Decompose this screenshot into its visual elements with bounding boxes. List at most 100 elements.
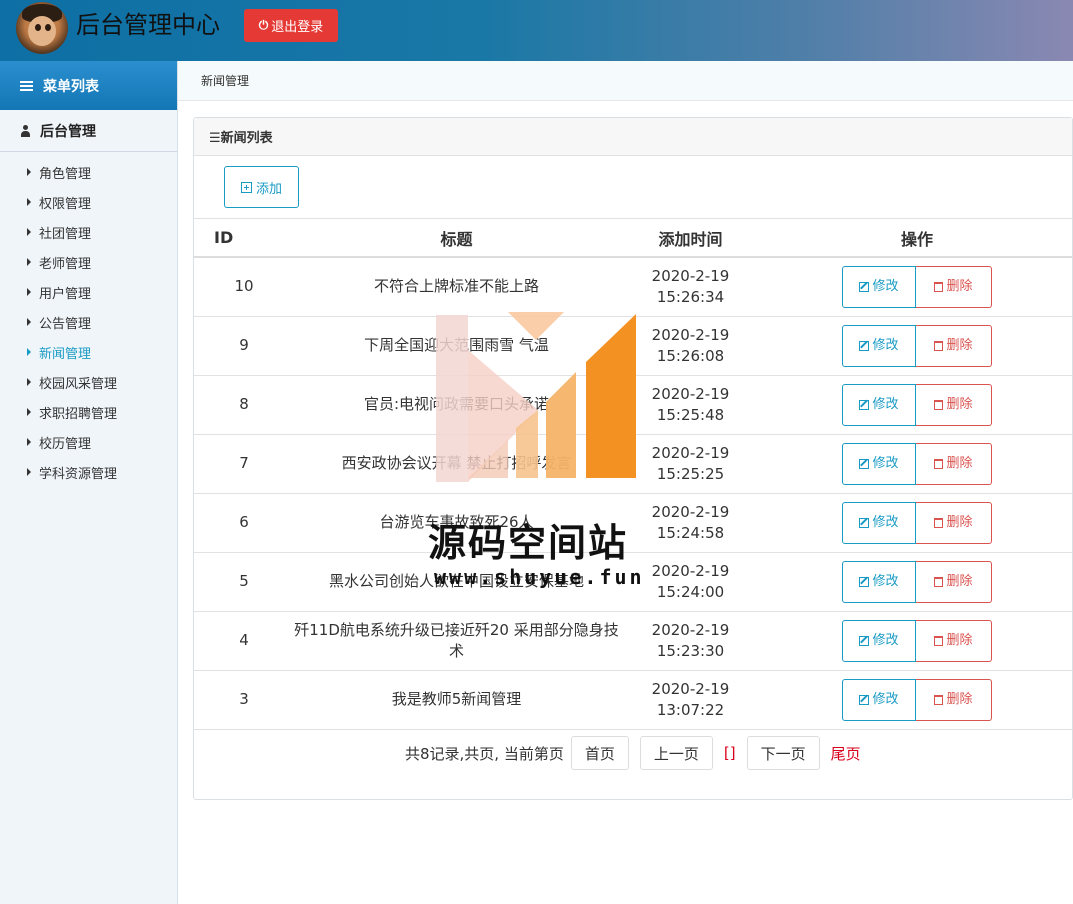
plus-square-icon xyxy=(240,181,252,193)
cell-id: 3 xyxy=(194,670,294,730)
cell-clock: 15:24:00 xyxy=(656,582,725,601)
cell-clock: 15:26:34 xyxy=(656,287,725,306)
user-icon xyxy=(20,124,31,137)
cell-actions: 修改 删除 xyxy=(762,552,1072,612)
caret-right-icon xyxy=(27,288,31,296)
delete-button[interactable]: 删除 xyxy=(916,619,992,662)
cell-date: 2020-2-19 xyxy=(651,443,730,462)
sidebar-item[interactable]: 社团管理 xyxy=(0,217,177,247)
sidebar-item[interactable]: 求职招聘管理 xyxy=(0,397,177,427)
next-page-button[interactable]: 下一页 xyxy=(746,736,820,770)
edit-icon xyxy=(859,635,870,646)
cell-clock: 15:26:08 xyxy=(656,346,725,365)
breadcrumb: 新闻管理 xyxy=(178,61,1073,101)
sidebar-header: 菜单列表 xyxy=(0,61,177,110)
edit-button[interactable]: 修改 xyxy=(842,383,916,426)
edit-label: 修改 xyxy=(872,279,899,295)
last-page-link[interactable]: 尾页 xyxy=(831,743,861,764)
delete-label: 删除 xyxy=(946,633,973,648)
edit-button[interactable]: 修改 xyxy=(842,678,916,721)
toolbar: 添加 xyxy=(194,156,1072,219)
sidebar-item-label: 老师管理 xyxy=(39,256,92,272)
sidebar-item[interactable]: 公告管理 xyxy=(0,307,177,337)
add-button[interactable]: 添加 xyxy=(224,166,299,208)
pagination: 共8记录,共页, 当前第页 首页 上一页 [] 下一页 尾页 xyxy=(194,728,1072,778)
cell-date: 2020-2-19 xyxy=(651,561,730,580)
cell-actions: 修改 删除 xyxy=(762,493,1072,553)
sidebar-item[interactable]: 老师管理 xyxy=(0,247,177,277)
delete-label: 删除 xyxy=(946,692,973,707)
edit-button[interactable]: 修改 xyxy=(842,265,916,308)
caret-right-icon xyxy=(27,168,31,176)
edit-icon xyxy=(859,517,870,528)
edit-icon xyxy=(859,576,870,587)
edit-icon xyxy=(859,694,870,705)
avatar xyxy=(16,2,68,54)
edit-button[interactable]: 修改 xyxy=(842,324,916,367)
delete-label: 删除 xyxy=(946,338,973,353)
caret-right-icon xyxy=(27,258,31,266)
edit-label: 修改 xyxy=(872,692,899,707)
cell-id: 4 xyxy=(194,611,294,671)
table-row: 7 西安政协会议开幕 禁止打招呼发言 2020-2-19 15:25:25 修改 删除 xyxy=(194,434,1072,494)
delete-button[interactable]: 删除 xyxy=(916,383,992,426)
sidebar-item[interactable]: 校历管理 xyxy=(0,427,177,457)
cell-title: 我是教师5新闻管理 xyxy=(294,670,619,730)
cell-id: 8 xyxy=(194,375,294,435)
column-header-actions: 操作 xyxy=(762,219,1072,258)
sidebar-item[interactable]: 学科资源管理 xyxy=(0,457,177,487)
edit-icon xyxy=(859,458,870,469)
pagination-summary: 共8记录,共页, 当前第页 xyxy=(405,744,564,763)
edit-button[interactable]: 修改 xyxy=(842,442,916,485)
edit-icon xyxy=(859,340,870,351)
edit-button[interactable]: 修改 xyxy=(842,501,916,544)
sidebar-item[interactable]: 新闻管理 xyxy=(0,337,177,367)
list-icon xyxy=(20,80,33,91)
cell-actions: 修改 删除 xyxy=(762,611,1072,671)
power-icon: ⏻ xyxy=(258,18,269,32)
cell-date: 2020-2-19 xyxy=(651,620,730,639)
trash-icon xyxy=(934,458,944,469)
delete-label: 删除 xyxy=(946,456,973,471)
cell-title: 歼11D航电系统升级已接近歼20 采用部分隐身技术 xyxy=(294,611,619,671)
trash-icon xyxy=(934,694,944,705)
cell-date: 2020-2-19 xyxy=(651,325,730,344)
prev-page-button[interactable]: 上一页 xyxy=(639,736,713,770)
delete-button[interactable]: 删除 xyxy=(916,678,992,721)
panel-header: ☰新闻列表 xyxy=(194,118,1072,156)
sidebar-group-admin[interactable]: 后台管理 xyxy=(0,110,177,152)
logout-button[interactable]: ⏻ 退出登录 xyxy=(244,9,338,42)
first-page-button[interactable]: 首页 xyxy=(570,736,629,770)
column-header-time: 添加时间 xyxy=(619,219,762,258)
cell-actions: 修改 删除 xyxy=(762,434,1072,494)
trash-icon xyxy=(934,340,944,351)
cell-time: 2020-2-19 15:23:30 xyxy=(619,611,762,671)
delete-button[interactable]: 删除 xyxy=(916,265,992,308)
table-row: 4 歼11D航电系统升级已接近歼20 采用部分隐身技术 2020-2-19 15:23… xyxy=(194,611,1072,671)
delete-button[interactable]: 删除 xyxy=(916,442,992,485)
edit-button[interactable]: 修改 xyxy=(842,619,916,662)
cell-date: 2020-2-19 xyxy=(651,679,730,698)
cell-clock: 15:25:25 xyxy=(656,464,725,483)
sidebar-item-label: 校园风采管理 xyxy=(39,376,118,392)
delete-button[interactable]: 删除 xyxy=(916,501,992,544)
caret-right-icon xyxy=(27,468,31,476)
sidebar-item[interactable]: 角色管理 xyxy=(0,157,177,187)
sidebar-item[interactable]: 用户管理 xyxy=(0,277,177,307)
sidebar-item[interactable]: 权限管理 xyxy=(0,187,177,217)
caret-right-icon xyxy=(27,408,31,416)
cell-date: 2020-2-19 xyxy=(651,502,730,521)
edit-label: 修改 xyxy=(872,456,899,471)
sidebar-item[interactable]: 校园风采管理 xyxy=(0,367,177,397)
caret-right-icon xyxy=(27,438,31,446)
add-label: 添加 xyxy=(255,181,282,197)
edit-icon xyxy=(859,281,870,292)
cell-time: 2020-2-19 15:26:34 xyxy=(619,257,762,317)
sidebar-menu: 角色管理 权限管理 社团管理老师管理用户管理 公告管理 新闻管理校园风采管理求职招聘管理… xyxy=(0,152,177,487)
sidebar-header-label: 菜单列表 xyxy=(43,78,99,95)
panel-title: ☰新闻列表 xyxy=(209,131,273,146)
delete-button[interactable]: 删除 xyxy=(916,324,992,367)
delete-button[interactable]: 删除 xyxy=(916,560,992,603)
news-table: ID 标题 添加时间 操作 10 不符合上牌标准不能上路 2020-2-19 15:2… xyxy=(194,219,1072,730)
edit-button[interactable]: 修改 xyxy=(842,560,916,603)
